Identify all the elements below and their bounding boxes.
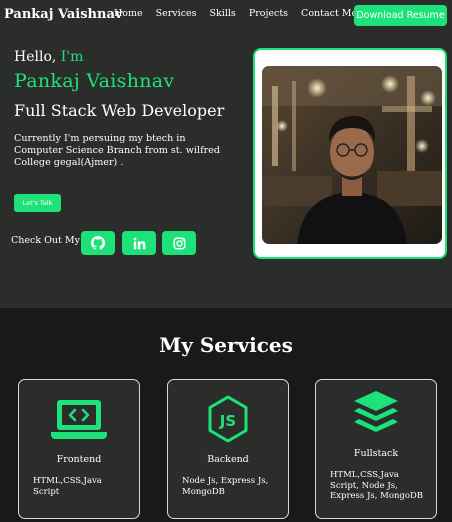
service-card-title: Frontend xyxy=(56,454,102,465)
service-card-fullstack: Fullstack HTML,CSS,Java Script, Node Js,… xyxy=(315,379,437,519)
svg-text:JS: JS xyxy=(219,412,236,430)
layers-icon xyxy=(354,391,398,432)
linkedin-button[interactable] xyxy=(122,231,156,255)
instagram-icon xyxy=(172,236,186,250)
service-card-title: Fullstack xyxy=(353,448,399,459)
check-out-label: Check Out My xyxy=(11,235,80,246)
service-card-desc: Node Js, Express Js, MongoDB xyxy=(182,476,269,497)
nav-links: Home Services Skills Projects Contact Me xyxy=(114,8,357,19)
laptop-code-icon xyxy=(51,400,107,439)
services-heading: My Services xyxy=(159,333,293,357)
service-card-desc: HTML,CSS,Java Script, Node Js, Express J… xyxy=(330,470,424,501)
nav-link-skills[interactable]: Skills xyxy=(210,8,236,19)
nav-link-services[interactable]: Services xyxy=(156,8,197,19)
greeting-im: I'm xyxy=(60,49,84,65)
hero-description: Currently I'm persuing my btech in Compu… xyxy=(14,133,221,168)
nav-link-projects[interactable]: Projects xyxy=(249,8,288,19)
hero-role: Full Stack Web Developer xyxy=(14,101,225,120)
hero-section: Pankaj Vaishnav Home Services Skills Pro… xyxy=(0,0,452,308)
service-card-backend: JS Backend Node Js, Express Js, MongoDB xyxy=(167,379,289,519)
nodejs-icon: JS xyxy=(208,395,248,443)
greeting: Hello, I'm xyxy=(14,49,83,65)
profile-photo-frame xyxy=(253,48,447,259)
service-card-desc: HTML,CSS,Java Script xyxy=(33,476,102,497)
site-logo[interactable]: Pankaj Vaishnav xyxy=(4,7,122,22)
github-button[interactable] xyxy=(81,231,115,255)
navbar: Pankaj Vaishnav Home Services Skills Pro… xyxy=(0,0,452,30)
hero-name: Pankaj Vaishnav xyxy=(14,70,175,92)
github-icon xyxy=(91,236,105,250)
profile-photo xyxy=(262,66,442,244)
linkedin-icon xyxy=(133,237,145,249)
nav-link-contact[interactable]: Contact Me xyxy=(301,8,357,19)
download-resume-button[interactable]: Download Resume xyxy=(354,5,447,26)
greeting-hello: Hello, xyxy=(14,49,61,65)
instagram-button[interactable] xyxy=(162,231,196,255)
nav-link-home[interactable]: Home xyxy=(114,8,143,19)
service-card-title: Backend xyxy=(207,454,249,465)
service-card-frontend: Frontend HTML,CSS,Java Script xyxy=(18,379,140,519)
lets-talk-button[interactable]: Let's Talk xyxy=(14,194,61,212)
